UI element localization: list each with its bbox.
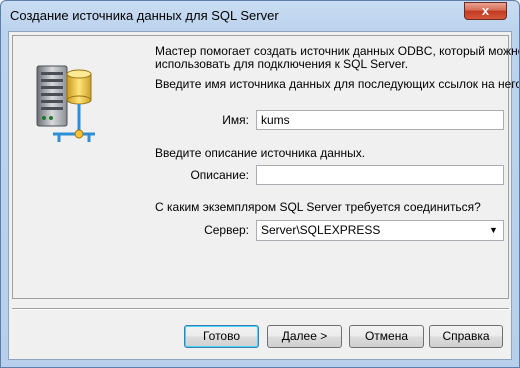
server-select[interactable]: Server\SQLEXPRESS ▼: [256, 220, 504, 241]
dialog-client-area: Мастер помогает создать источник данных …: [8, 31, 519, 360]
intro-line-1: Мастер помогает создать источник данных …: [155, 44, 520, 58]
name-input[interactable]: kums: [256, 110, 504, 130]
close-button[interactable]: x: [464, 2, 507, 20]
description-label: Описание:: [190, 168, 249, 182]
close-icon: x: [481, 3, 490, 18]
dialog-window: Создание источника данных для SQL Server…: [0, 0, 520, 368]
window-title: Создание источника данных для SQL Server: [10, 8, 279, 23]
wizard-panel: Мастер помогает создать источник данных …: [12, 35, 519, 299]
dropdown-arrow-icon[interactable]: ▼: [487, 224, 500, 237]
server-label: Сервер:: [204, 223, 249, 237]
help-button[interactable]: Справка: [429, 325, 503, 348]
name-label: Имя:: [222, 113, 249, 127]
finish-button[interactable]: Готово: [184, 325, 259, 348]
intro-line-3: Введите имя источника данных для последу…: [155, 77, 520, 91]
server-select-value: Server\SQLEXPRESS: [261, 223, 381, 237]
server-database-icon: [36, 65, 95, 142]
title-bar[interactable]: Создание источника данных для SQL Server…: [1, 1, 519, 31]
next-button[interactable]: Далее >: [267, 325, 342, 348]
separator: [12, 308, 509, 310]
intro-line-2: использовать для подключения к SQL Serve…: [155, 57, 409, 71]
description-prompt: Введите описание источника данных.: [155, 146, 366, 160]
server-prompt: С каким экземпляром SQL Server требуется…: [155, 200, 481, 214]
description-input[interactable]: [256, 165, 504, 185]
cancel-button[interactable]: Отмена: [349, 325, 424, 348]
